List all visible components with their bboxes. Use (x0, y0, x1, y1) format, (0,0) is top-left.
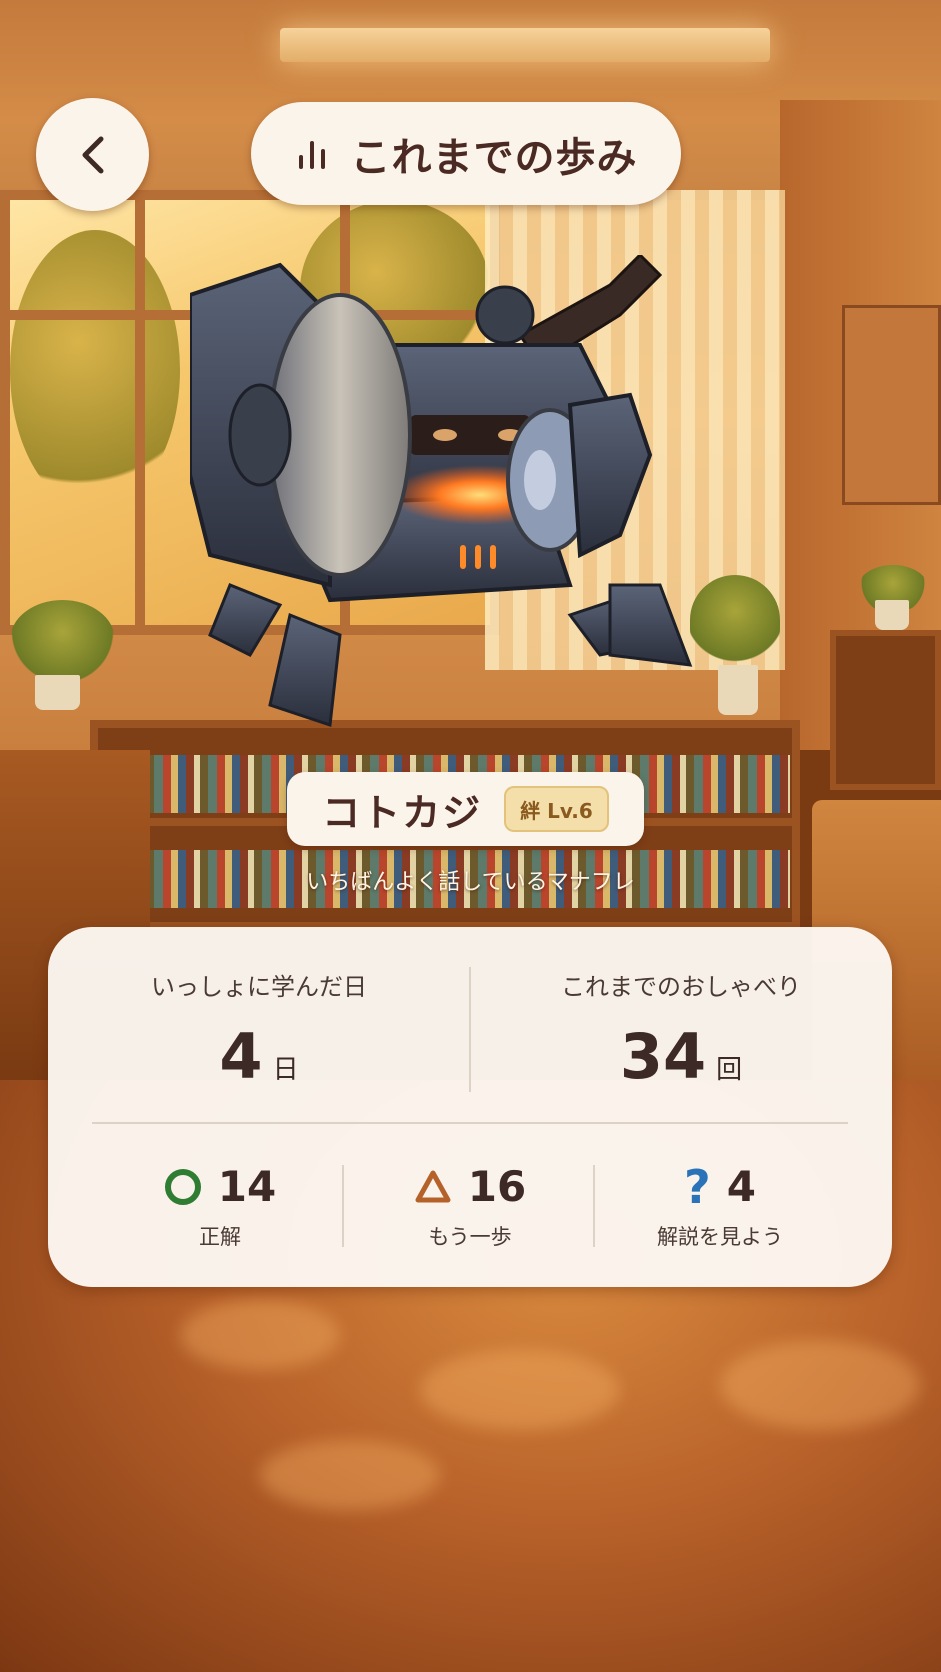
correct-label: 正解 (199, 1225, 241, 1249)
chats-label: これまでのおしゃべり (561, 973, 801, 1001)
kotokaji-character (190, 255, 693, 728)
almost-count: 16 (467, 1162, 527, 1211)
chats-stat: これまでのおしゃべり 34 回 (470, 967, 892, 1093)
days-stat: いっしょに学んだ日 4 日 (48, 967, 470, 1093)
bar-chart-icon (298, 140, 325, 169)
ceiling-light (280, 28, 770, 62)
back-button[interactable] (36, 98, 149, 211)
days-unit: 日 (272, 1055, 299, 1085)
stats-card: いっしょに学んだ日 4 日 これまでのおしゃべり 34 回 14 正解 16 も… (48, 927, 892, 1287)
days-label: いっしょに学んだ日 (151, 973, 367, 1001)
sunlight-patch (260, 1440, 440, 1510)
correct-stat: 14 正解 (95, 1162, 345, 1251)
character-name: コトカジ (322, 790, 483, 835)
explanation-stat: ? 4 解説を見よう (595, 1162, 845, 1251)
explanation-count: 4 (726, 1162, 756, 1211)
chats-unit: 回 (716, 1055, 743, 1085)
bond-level-badge: 絆 Lv.6 (504, 786, 609, 832)
question-icon: ? (684, 1159, 711, 1214)
chats-value: 34 (619, 1020, 707, 1093)
right-bookshelf (830, 630, 941, 790)
page-title: これまでの歩み (350, 134, 638, 181)
tree (10, 230, 180, 510)
chevron-left-icon (82, 136, 103, 173)
page-title-pill: これまでの歩み (251, 102, 681, 205)
almost-label: もう一歩 (428, 1225, 512, 1249)
sunlight-patch (720, 1340, 920, 1430)
divider (92, 1122, 848, 1124)
triangle-icon (415, 1170, 451, 1202)
explanation-label: 解説を見よう (657, 1225, 783, 1249)
plant-pot (875, 600, 909, 630)
character-description: いちばんよく話しているマナフレ (306, 870, 635, 895)
plant (10, 600, 115, 680)
sunlight-patch (420, 1350, 620, 1430)
days-value: 4 (219, 1020, 263, 1093)
sunlight-patch (180, 1300, 340, 1370)
almost-stat: 16 もう一歩 (345, 1162, 595, 1251)
window-mullion (135, 190, 145, 635)
divider (342, 1165, 344, 1247)
correct-count: 14 (217, 1162, 277, 1211)
wall-frame (842, 305, 941, 505)
character-name-pill: コトカジ 絆 Lv.6 (287, 772, 644, 846)
circle-icon (164, 1168, 201, 1205)
plant-pot (35, 675, 80, 710)
